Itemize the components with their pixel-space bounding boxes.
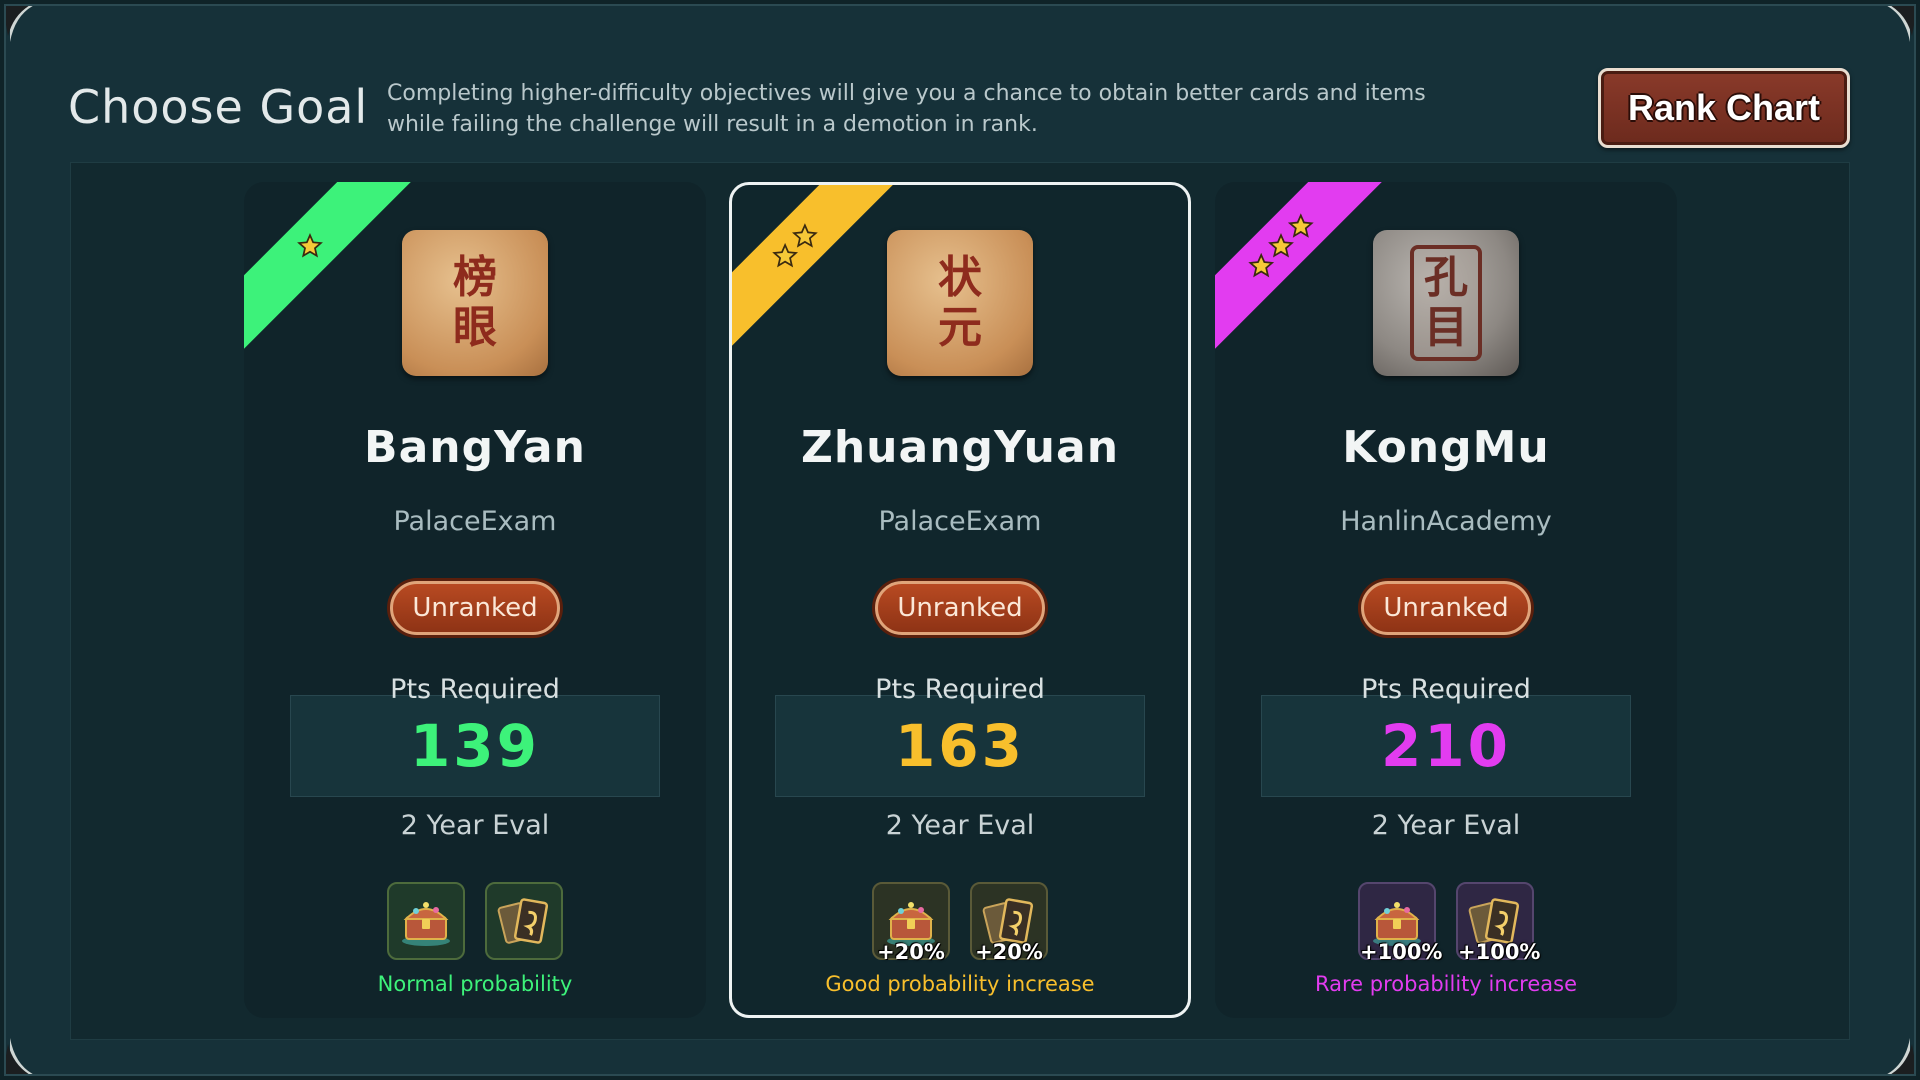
reward-bonus: +20% <box>975 940 1043 964</box>
points-value: 139 <box>409 712 541 780</box>
goal-name: BangYan <box>364 422 586 473</box>
corner-ornament <box>6 6 48 48</box>
eval-period: 2 Year Eval <box>1371 810 1521 841</box>
goal-name: KongMu <box>1342 422 1550 473</box>
points-label: Pts Required <box>875 674 1045 705</box>
reward-cards <box>485 882 563 960</box>
corner-ornament <box>1872 1032 1914 1074</box>
star-icon <box>297 233 323 259</box>
points-label: Pts Required <box>1361 674 1531 705</box>
reward-chest: +100% <box>1358 882 1442 964</box>
goal-category: HanlinAcademy <box>1340 506 1552 537</box>
tile-glyph: 榜 <box>453 252 497 303</box>
rank-tile-icon: 状 元 <box>887 230 1033 376</box>
rank-badge: Unranked <box>875 581 1045 635</box>
goal-card-kongmu[interactable]: 孔 目 KongMu HanlinAcademy Unranked Pts Re… <box>1215 182 1677 1018</box>
tile-glyph: 元 <box>938 302 982 353</box>
cards-icon <box>494 891 554 951</box>
points-label: Pts Required <box>390 674 560 705</box>
points-value: 163 <box>894 712 1026 780</box>
treasure-chest-icon <box>396 891 456 951</box>
reward-list <box>244 882 706 960</box>
probability-text: Normal probability <box>377 972 573 996</box>
reward-cards: +100% <box>1456 882 1540 964</box>
reward-bonus: +100% <box>1360 940 1443 964</box>
eval-period: 2 Year Eval <box>400 810 550 841</box>
rank-badge: Unranked <box>390 581 560 635</box>
rank-badge: Unranked <box>1361 581 1531 635</box>
goal-category: PalaceExam <box>393 506 557 537</box>
reward-chest: +20% <box>872 882 950 964</box>
goal-category: PalaceExam <box>878 506 1042 537</box>
tile-glyph: 眼 <box>453 302 497 353</box>
tile-frame: 孔 目 <box>1410 245 1482 361</box>
tile-glyph: 状 <box>938 252 982 303</box>
reward-list: +100% +100% <box>1215 882 1677 964</box>
rank-chart-button[interactable]: Rank Chart <box>1598 68 1850 148</box>
reward-bonus: +100% <box>1458 940 1541 964</box>
rank-tile-icon: 孔 目 <box>1373 230 1519 376</box>
goal-name: ZhuangYuan <box>800 422 1120 473</box>
reward-bonus: +20% <box>877 940 945 964</box>
reward-cards: +20% <box>970 882 1048 964</box>
goal-card-bangyan[interactable]: 榜 眼 BangYan PalaceExam Unranked Pts Requ… <box>244 182 706 1018</box>
probability-text: Rare probability increase <box>1315 972 1577 996</box>
star-icon <box>1288 213 1314 239</box>
page-title: Choose Goal <box>68 80 369 134</box>
rank-tile-icon: 榜 眼 <box>402 230 548 376</box>
reward-chest <box>387 882 465 960</box>
probability-text: Good probability increase <box>825 972 1095 996</box>
reward-list: +20% +20% <box>732 882 1188 964</box>
tile-glyph: 孔 <box>1424 252 1468 303</box>
goal-description: Completing higher-difficulty objectives … <box>387 81 1426 137</box>
points-value: 210 <box>1380 712 1512 780</box>
eval-period: 2 Year Eval <box>885 810 1035 841</box>
corner-ornament <box>1872 6 1914 48</box>
goal-card-zhuangyuan[interactable]: 状 元 ZhuangYuan PalaceExam Unranked Pts R… <box>729 182 1191 1018</box>
tile-glyph: 目 <box>1424 302 1468 353</box>
corner-ornament <box>6 1032 48 1074</box>
star-icon <box>792 223 818 249</box>
